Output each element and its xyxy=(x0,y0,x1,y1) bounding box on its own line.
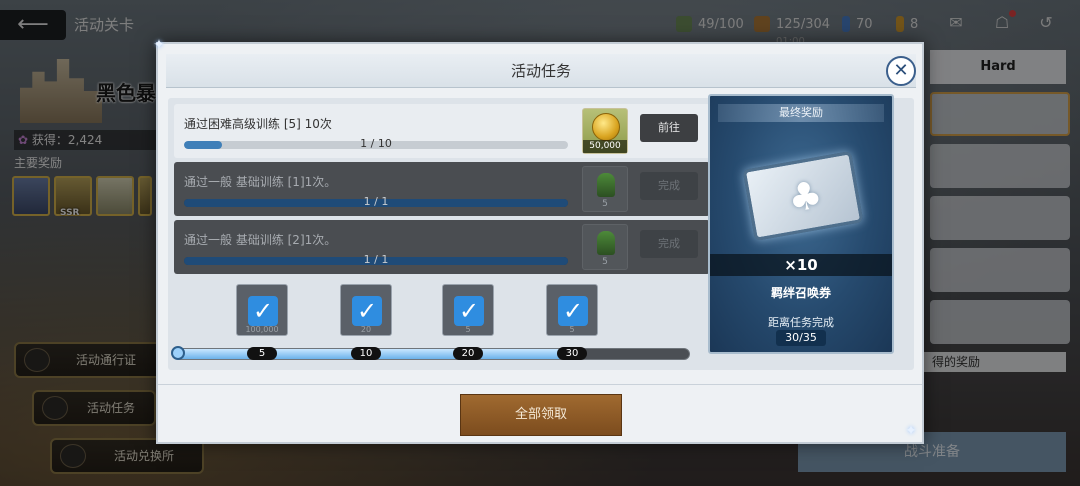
footer-divider xyxy=(158,384,922,385)
milestone-reward[interactable]: ✓ 100,000 xyxy=(236,284,288,336)
summon-ticket-icon: ♣ xyxy=(742,150,864,242)
milestone-rewards: ✓ 100,000 ✓ 20 ✓ 5 ✓ 5 5 10 20 30 xyxy=(168,280,710,370)
complete-button: 完成 xyxy=(640,230,698,258)
milestone-reward[interactable]: ✓ 5 xyxy=(546,284,598,336)
checkmark-icon: ✓ xyxy=(352,296,382,326)
task-reward[interactable]: 50,000 xyxy=(582,108,628,154)
checkmark-icon: ✓ xyxy=(248,296,278,326)
complete-button: 完成 xyxy=(640,172,698,200)
milestone-threshold: 30 xyxy=(557,347,587,360)
final-reward-card[interactable]: 最终奖励 ♣ ×10 羁绊召唤券 距离任务完成 30/35 xyxy=(708,94,894,354)
final-reward-name: 羁绊召唤券 xyxy=(770,286,831,300)
sprout-item-icon xyxy=(597,231,615,255)
task-row: 通过一般 基础训练 [1]1次。 1 / 1 5 完成 xyxy=(174,162,710,216)
milestone-count: 5 xyxy=(465,325,471,334)
milestone-threshold: 10 xyxy=(351,347,381,360)
reward-count: 50,000 xyxy=(583,140,627,153)
event-missions-modal: ✦ ✦ 活动任务 ✕ 通过困难高级训练 [5] 10次 1 / 10 50,00… xyxy=(153,38,924,444)
final-remaining-label: 距离任务完成 xyxy=(768,316,834,329)
milestone-start-node xyxy=(171,346,185,360)
task-name: 通过一般 基础训练 [2]1次。 xyxy=(184,233,337,247)
modal-header: 活动任务 xyxy=(166,54,916,88)
final-reward-quantity: ×10 xyxy=(710,254,892,276)
milestone-threshold: 20 xyxy=(453,347,483,360)
close-button[interactable]: ✕ xyxy=(886,56,916,86)
gold-coin-icon xyxy=(592,113,620,141)
sprout-item-icon xyxy=(597,173,615,197)
sparkle-icon: ✦ xyxy=(905,423,917,439)
milestone-count: 100,000 xyxy=(245,325,279,334)
milestone-count: 5 xyxy=(569,325,575,334)
reward-count: 5 xyxy=(602,257,608,267)
task-progress-text: 1 / 1 xyxy=(363,253,389,266)
milestone-count: 20 xyxy=(360,325,372,334)
task-name: 通过一般 基础训练 [1]1次。 xyxy=(184,175,337,189)
task-reward[interactable]: 5 xyxy=(582,166,628,212)
final-reward-header: 最终奖励 xyxy=(718,104,884,122)
task-row: 通过困难高级训练 [5] 10次 1 / 10 50,000 前往 xyxy=(174,104,710,158)
close-x-icon: ✕ xyxy=(893,60,909,81)
checkmark-icon: ✓ xyxy=(454,296,484,326)
final-progress-count: 30/35 xyxy=(776,330,826,346)
milestone-reward[interactable]: ✓ 20 xyxy=(340,284,392,336)
milestone-threshold: 5 xyxy=(247,347,277,360)
task-progress-text: 1 / 10 xyxy=(360,137,392,150)
sparkle-icon: ✦ xyxy=(153,37,165,53)
task-reward[interactable]: 5 xyxy=(582,224,628,270)
task-list[interactable]: 通过困难高级训练 [5] 10次 1 / 10 50,000 前往 通过一般 基… xyxy=(174,104,710,274)
modal-title: 活动任务 xyxy=(510,62,571,80)
reward-count: 5 xyxy=(602,199,608,209)
task-progress-text: 1 / 1 xyxy=(363,195,389,208)
task-name: 通过困难高级训练 [5] 10次 xyxy=(184,117,332,131)
go-button[interactable]: 前往 xyxy=(640,114,698,142)
task-row: 通过一般 基础训练 [2]1次。 1 / 1 5 完成 xyxy=(174,220,710,274)
claim-all-button[interactable]: 全部领取 xyxy=(460,394,622,436)
clover-icon: ♣ xyxy=(784,172,826,222)
milestone-reward[interactable]: ✓ 5 xyxy=(442,284,494,336)
checkmark-icon: ✓ xyxy=(558,296,588,326)
